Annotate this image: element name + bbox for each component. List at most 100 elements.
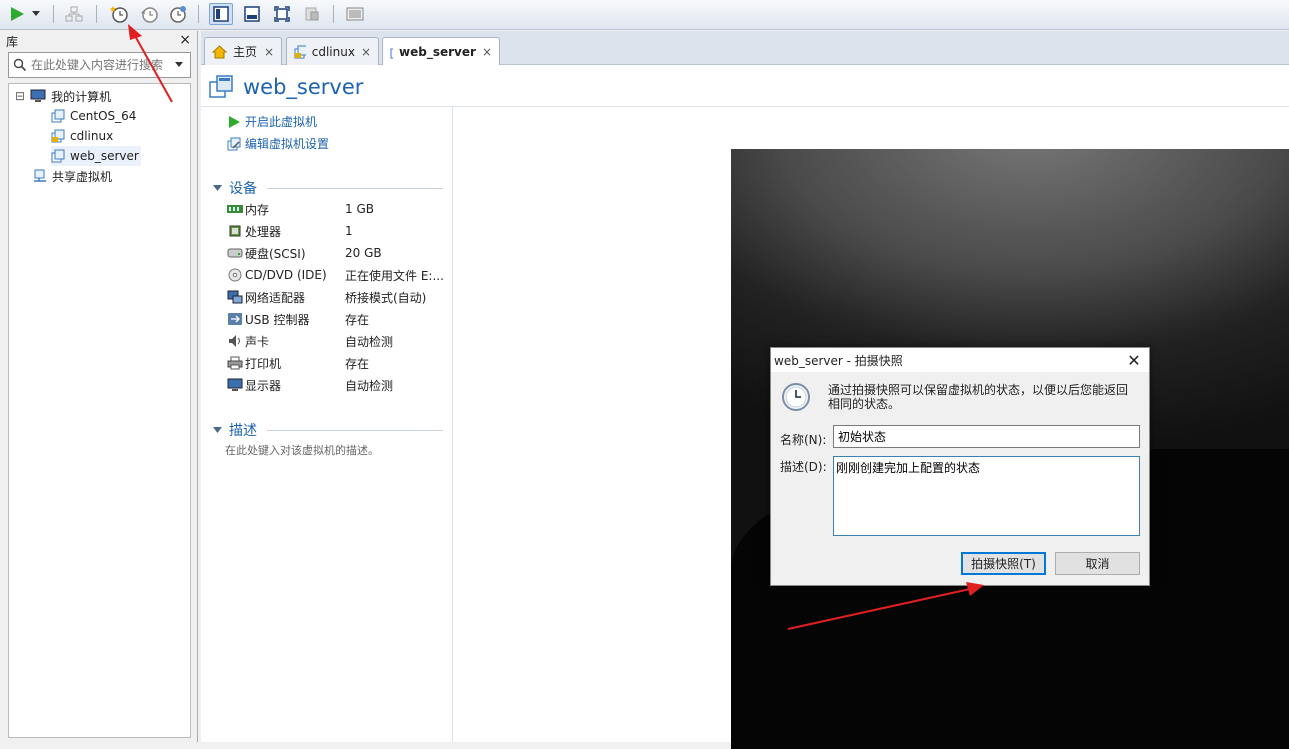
vm-locked-icon xyxy=(51,129,65,143)
vm-description-placeholder[interactable]: 在此处键入对该虚拟机的描述。 xyxy=(225,442,379,458)
power-on-link[interactable]: 开启此虚拟机 xyxy=(227,113,317,130)
memory-icon xyxy=(227,202,243,216)
device-row-memory[interactable]: 内存 1 GB xyxy=(227,199,447,219)
tree-item-label: CentOS_64 xyxy=(70,109,137,123)
thumbnail-view-icon xyxy=(244,6,260,22)
unity-button[interactable] xyxy=(301,3,323,25)
description-label: 描述(D): xyxy=(780,460,827,474)
shared-vm-icon xyxy=(34,169,46,182)
device-name: 硬盘(SCSI) xyxy=(245,246,306,261)
dialog-close-button[interactable]: ✕ xyxy=(1123,351,1145,370)
play-icon xyxy=(11,7,24,21)
toolbar-separator xyxy=(198,5,199,23)
tab-web-server[interactable]: web_server × xyxy=(382,37,500,66)
library-title: 库 xyxy=(6,35,19,49)
play-dropdown-button[interactable] xyxy=(30,3,42,25)
devices-section-header[interactable]: 设备 xyxy=(213,178,443,198)
cd-icon xyxy=(227,268,243,282)
toolbar-separator xyxy=(333,5,334,23)
snapshot-description-input[interactable]: 刚刚创建完加上配置的状态 xyxy=(833,456,1140,536)
device-row-usb[interactable]: USB 控制器 存在 xyxy=(227,309,447,329)
tree-item-my-computer[interactable]: ⊟ 我的计算机 xyxy=(15,86,111,106)
full-screen-button[interactable] xyxy=(270,3,294,25)
tree-item-label: 共享虚拟机 xyxy=(52,169,113,184)
page-title: web_server xyxy=(243,75,364,99)
device-value: 20 GB xyxy=(345,246,382,260)
library-search-box[interactable] xyxy=(8,52,191,78)
disk-icon xyxy=(227,246,243,260)
library-close-button[interactable]: × xyxy=(179,33,191,47)
usb-icon xyxy=(227,312,243,326)
take-snapshot-button[interactable] xyxy=(107,3,131,25)
vm-icon xyxy=(390,48,394,59)
description-section-header[interactable]: 描述 xyxy=(213,420,443,440)
device-name: 打印机 xyxy=(245,356,282,371)
library-tree: ⊟ 我的计算机 CentOS_64 cdlinux web_server 共享虚… xyxy=(8,83,191,738)
device-name: 网络适配器 xyxy=(245,290,306,305)
sound-icon xyxy=(227,334,243,348)
tree-item-cdlinux[interactable]: cdlinux xyxy=(51,126,113,146)
home-icon xyxy=(212,44,227,58)
collapse-triangle-icon xyxy=(213,427,222,433)
vm-large-icon xyxy=(209,75,233,98)
tab-home[interactable]: 主页 × xyxy=(204,37,282,65)
device-value: 存在 xyxy=(345,356,370,371)
tree-item-shared-vms[interactable]: 共享虚拟机 xyxy=(33,166,112,186)
collapse-toggle[interactable]: ⊟ xyxy=(15,89,25,103)
device-row-cpu[interactable]: 处理器 1 xyxy=(227,221,447,241)
vm-icon xyxy=(51,109,65,123)
show-library-button[interactable] xyxy=(209,3,233,25)
tree-item-centos[interactable]: CentOS_64 xyxy=(51,106,136,126)
snapshot-name-input[interactable] xyxy=(833,425,1140,448)
edit-vm-icon xyxy=(227,137,241,150)
tab-label: web_server xyxy=(399,45,476,59)
console-view-button[interactable] xyxy=(343,3,367,25)
revert-icon xyxy=(141,7,158,23)
tab-cdlinux[interactable]: cdlinux × xyxy=(286,37,379,65)
clock-icon xyxy=(782,383,810,411)
device-value: 1 GB xyxy=(345,202,374,216)
display-icon xyxy=(227,378,243,392)
thumbnail-bar-button[interactable] xyxy=(240,3,264,25)
snapshot-manager-button[interactable] xyxy=(167,3,189,25)
library-header: 库 × xyxy=(0,31,197,49)
dialog-title: web_server - 拍摄快照 xyxy=(774,353,903,368)
computer-icon xyxy=(30,89,46,102)
vm-locked-icon xyxy=(294,45,306,58)
tree-item-label: cdlinux xyxy=(70,129,114,143)
device-row-disk[interactable]: 硬盘(SCSI) 20 GB xyxy=(227,243,447,263)
section-title: 描述 xyxy=(229,423,257,439)
tab-close-button[interactable]: × xyxy=(264,45,274,59)
chevron-down-icon xyxy=(32,11,40,16)
vm-icon xyxy=(51,149,65,163)
edit-settings-link[interactable]: 编辑虚拟机设置 xyxy=(227,135,329,152)
edit-settings-label: 编辑虚拟机设置 xyxy=(245,137,330,151)
device-name: CD/DVD (IDE) xyxy=(245,268,327,282)
power-on-label: 开启此虚拟机 xyxy=(245,115,318,129)
dialog-body: 通过拍摄快照可以保留虚拟机的状态，以便以后您能返回相同的状态。 名称(N): 描… xyxy=(771,372,1149,585)
device-value: 1 xyxy=(345,224,353,238)
device-name: 处理器 xyxy=(245,224,282,239)
dialog-message: 通过拍摄快照可以保留虚拟机的状态，以便以后您能返回相同的状态。 xyxy=(828,383,1129,411)
chevron-down-icon[interactable] xyxy=(175,62,183,68)
device-row-sound[interactable]: 声卡 自动检测 xyxy=(227,331,447,351)
library-search-input[interactable] xyxy=(31,58,171,72)
tab-label: cdlinux xyxy=(311,44,355,59)
send-keys-button[interactable] xyxy=(63,3,85,25)
device-name: USB 控制器 xyxy=(245,312,310,327)
library-view-icon xyxy=(213,6,229,22)
tab-close-button[interactable]: × xyxy=(361,45,371,59)
revert-snapshot-button[interactable] xyxy=(138,3,160,25)
tree-item-web-server[interactable]: web_server xyxy=(51,146,141,166)
device-row-display[interactable]: 显示器 自动检测 xyxy=(227,375,447,395)
device-row-cd[interactable]: CD/DVD (IDE) 正在使用文件 E:... xyxy=(227,265,447,285)
cancel-button[interactable]: 取消 xyxy=(1055,552,1140,575)
snapshot-icon xyxy=(110,6,128,23)
device-row-printer[interactable]: 打印机 存在 xyxy=(227,353,447,373)
play-button[interactable] xyxy=(6,3,28,25)
play-icon xyxy=(229,115,240,128)
device-name: 声卡 xyxy=(245,334,270,349)
tab-close-button[interactable]: × xyxy=(482,45,492,59)
device-row-network[interactable]: 网络适配器 桥接模式(自动) xyxy=(227,287,447,307)
take-snapshot-confirm-button[interactable]: 拍摄快照(T) xyxy=(961,552,1046,575)
